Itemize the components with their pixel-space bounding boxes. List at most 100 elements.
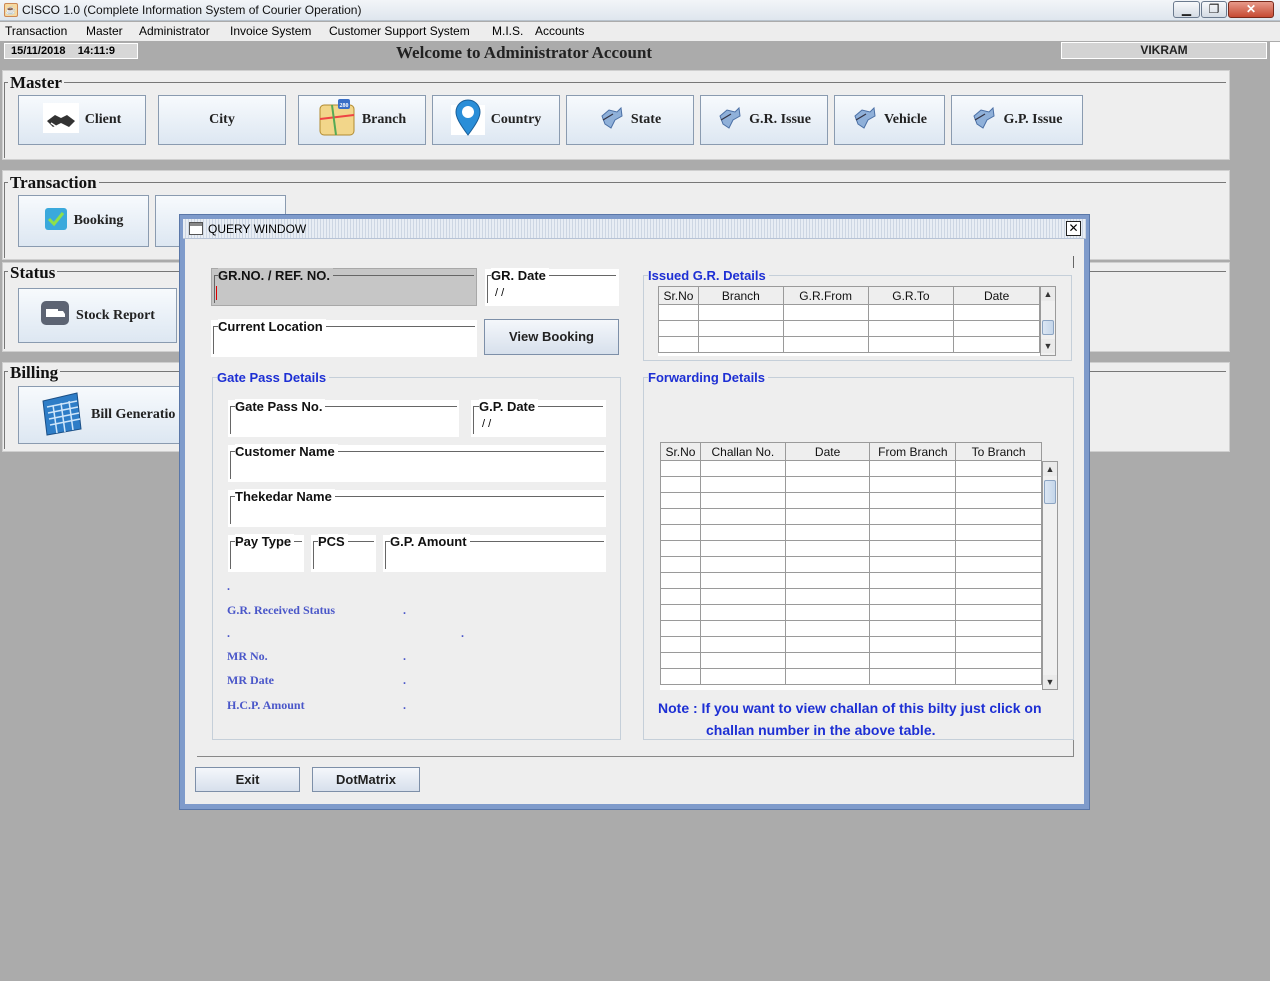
pay-type-label: Pay Type — [235, 534, 295, 549]
bottom-separator-right — [1073, 740, 1074, 756]
menu-accounts[interactable]: Accounts — [535, 24, 584, 38]
col-challan-no[interactable]: Challan No. — [699, 442, 786, 461]
status-dot-1: . — [227, 579, 230, 593]
scroll-up-icon[interactable]: ▲ — [1043, 462, 1057, 476]
bill-generation-label: Bill Generatio — [91, 407, 176, 422]
table-row[interactable] — [660, 668, 1042, 685]
note-line-1: Note : If you want to view challan of th… — [658, 700, 1042, 716]
forwarding-table-wrap: Sr.No Challan No. Date From Branch To Br… — [660, 442, 1042, 690]
table-row[interactable] — [660, 556, 1042, 573]
gp-issue-icon — [971, 106, 997, 135]
table-row[interactable] — [660, 508, 1042, 525]
gate-pass-no-label: Gate Pass No. — [235, 399, 326, 414]
scroll-down-icon[interactable]: ▼ — [1043, 675, 1057, 689]
col-from-branch[interactable]: From Branch — [869, 442, 957, 461]
close-icon[interactable]: ✕ — [1228, 1, 1274, 18]
bill-generation-button[interactable]: Bill Generatio — [18, 386, 193, 444]
country-label: Country — [490, 112, 542, 127]
location-pin-icon — [450, 99, 485, 142]
col-gr-from[interactable]: G.R.From — [782, 286, 869, 305]
menu-customer-support[interactable]: Customer Support System — [329, 24, 470, 38]
customer-name-border-left — [230, 451, 231, 479]
pay-type-border-left — [230, 541, 231, 569]
table-row[interactable] — [660, 604, 1042, 621]
transaction-border-top — [4, 182, 1226, 183]
menu-transaction[interactable]: Transaction — [5, 24, 67, 38]
scroll-down-icon[interactable]: ▼ — [1041, 339, 1055, 353]
gp-issue-button[interactable]: G.P. Issue — [951, 95, 1083, 145]
minimize-icon[interactable]: ▁ — [1173, 1, 1200, 18]
status-dot-2: . — [227, 626, 230, 640]
window-title: CISCO 1.0 (Complete Information System o… — [22, 3, 362, 17]
issued-gr-scrollbar[interactable]: ▲ ▼ — [1040, 286, 1056, 356]
right-edge-strip — [1270, 42, 1280, 981]
table-row[interactable] — [660, 540, 1042, 557]
table-row[interactable] — [660, 620, 1042, 637]
table-row[interactable] — [658, 320, 1040, 337]
table-row[interactable] — [660, 652, 1042, 669]
col-gr-to[interactable]: G.R.To — [867, 286, 955, 305]
gp-date-value: / / — [482, 418, 492, 430]
city-button[interactable]: City — [158, 95, 286, 145]
master-title: Master — [8, 73, 64, 93]
gp-date-label: G.P. Date — [479, 399, 539, 414]
gr-date-value: / / — [495, 287, 505, 299]
client-button[interactable]: Client — [18, 95, 146, 145]
gp-date-border-left — [473, 406, 474, 434]
transaction-border-left — [4, 182, 5, 258]
scroll-up-icon[interactable]: ▲ — [1041, 287, 1055, 301]
col-date[interactable]: Date — [953, 286, 1040, 305]
table-row[interactable] — [660, 492, 1042, 509]
menu-mis[interactable]: M.I.S. — [492, 24, 523, 38]
user-name: VIKRAM — [1061, 42, 1267, 59]
branch-button[interactable]: 280 Branch — [298, 95, 426, 145]
scroll-thumb[interactable] — [1044, 480, 1056, 504]
booking-label: Booking — [73, 213, 124, 228]
menu-invoice-system[interactable]: Invoice System — [230, 24, 311, 38]
customer-name-label: Customer Name — [235, 444, 338, 459]
calendar-icon — [37, 389, 85, 442]
query-window-title: QUERY WINDOW — [208, 222, 307, 236]
view-booking-button[interactable]: View Booking — [484, 319, 619, 355]
transaction-title: Transaction — [8, 173, 99, 193]
col-sr-no[interactable]: Sr.No — [660, 442, 701, 461]
table-row[interactable] — [658, 336, 1040, 353]
table-row[interactable] — [660, 572, 1042, 589]
note-line-2: challan number in the above table. — [706, 722, 936, 738]
table-row[interactable] — [660, 636, 1042, 653]
date-text: 15/11/2018 — [11, 45, 66, 57]
table-row[interactable] — [658, 304, 1040, 321]
scroll-thumb[interactable] — [1042, 320, 1054, 335]
state-label: State — [630, 112, 662, 127]
time-text: 14:11:9 — [77, 45, 115, 57]
state-map-icon — [599, 106, 625, 135]
current-location-border-left — [213, 326, 214, 354]
dotmatrix-button[interactable]: DotMatrix — [312, 767, 420, 792]
col-date[interactable]: Date — [784, 442, 871, 461]
table-row[interactable] — [660, 476, 1042, 493]
table-row[interactable] — [660, 460, 1042, 477]
menu-administrator[interactable]: Administrator — [139, 24, 210, 38]
stock-report-button[interactable]: Stock Report — [18, 288, 177, 343]
booking-button[interactable]: Booking — [18, 195, 149, 247]
vehicle-button[interactable]: Vehicle — [834, 95, 945, 145]
table-row[interactable] — [660, 524, 1042, 541]
country-button[interactable]: Country — [432, 95, 560, 145]
dialog-close-icon[interactable]: ✕ — [1066, 221, 1081, 236]
forwarding-title: Forwarding Details — [648, 370, 769, 385]
gr-no-label: GR.NO. / REF. NO. — [218, 268, 333, 283]
gr-issue-button[interactable]: G.R. Issue — [700, 95, 828, 145]
gr-issue-icon — [717, 106, 743, 135]
col-sr-no[interactable]: Sr.No — [658, 286, 699, 305]
master-border-top — [4, 82, 1226, 83]
exit-button[interactable]: Exit — [195, 767, 300, 792]
client-label: Client — [84, 112, 122, 127]
maximize-icon[interactable]: ❐ — [1201, 1, 1227, 18]
menu-master[interactable]: Master — [86, 24, 123, 38]
gate-pass-title: Gate Pass Details — [217, 370, 330, 385]
forwarding-scrollbar[interactable]: ▲ ▼ — [1042, 461, 1058, 690]
state-button[interactable]: State — [566, 95, 694, 145]
col-to-branch[interactable]: To Branch — [955, 442, 1042, 461]
table-row[interactable] — [660, 588, 1042, 605]
col-branch[interactable]: Branch — [697, 286, 784, 305]
